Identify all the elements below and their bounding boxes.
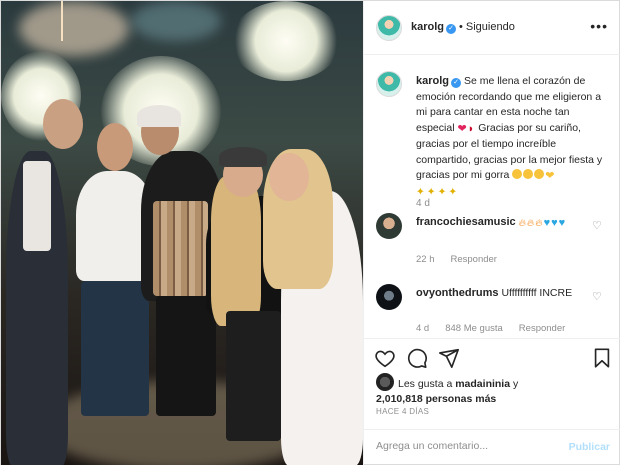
person-2-jeans	[81, 281, 149, 416]
yellow-heart-emoji: ❤	[545, 170, 555, 182]
likes-count[interactable]: 2,010,818 personas más	[376, 393, 496, 405]
bookmark-icon[interactable]	[591, 347, 613, 369]
comment-icon[interactable]	[406, 347, 428, 369]
comment-timestamp[interactable]: 22 h	[416, 254, 435, 265]
flower-arrangement-top-right	[231, 1, 341, 81]
person-2-head	[97, 123, 133, 171]
reply-button[interactable]: Responder	[519, 323, 565, 334]
likes-prefix: Les gusta a	[398, 378, 453, 390]
blue-heart-emoji: ♥	[551, 217, 558, 229]
grinning-face-emoji	[534, 169, 545, 179]
commenter-username[interactable]: francochiesamusic	[416, 216, 516, 228]
blue-heart-emoji: ♥	[558, 217, 566, 229]
publish-comment-button[interactable]: Publicar	[569, 441, 610, 453]
comment-text: ovyonthedrums Uffffffffff INCRE	[416, 286, 586, 301]
post-header: karolg ✓ • Siguiendo •••	[364, 1, 620, 55]
more-options-icon[interactable]: •••	[590, 18, 608, 34]
person-4-pants	[226, 311, 281, 441]
verified-badge-icon: ✓	[451, 78, 462, 88]
fire-emoji: 🔥︎	[526, 218, 535, 229]
comment-like-heart-icon[interactable]: ♡	[592, 221, 602, 232]
person-5-head	[269, 153, 309, 201]
post-photo[interactable]	[1, 1, 363, 465]
red-heart-emoji: ❤	[457, 122, 467, 135]
share-icon[interactable]	[438, 347, 460, 369]
follow-status-button[interactable]: Siguiendo	[466, 21, 515, 33]
heart-icon[interactable]	[374, 347, 396, 369]
person-4-cap	[219, 147, 267, 167]
person-3-pants	[156, 296, 216, 416]
fire-emoji: 🔥︎	[518, 218, 526, 229]
person-1-shirt	[23, 161, 51, 251]
face-emoji	[523, 169, 534, 179]
smiling-face-emoji	[512, 169, 523, 179]
header-names: karolg ✓ • Siguiendo	[411, 21, 515, 34]
caption-author-username[interactable]: karolg	[416, 75, 449, 87]
reply-button[interactable]: Responder	[451, 254, 497, 265]
ceiling-light	[131, 1, 221, 41]
separator-dot: •	[459, 21, 463, 33]
liker-avatar[interactable]	[376, 373, 394, 391]
first-liker-username[interactable]: madaininia	[455, 378, 510, 390]
post-sidebar: karolg ✓ • Siguiendo ••• karolg ✓ Se me llen…	[363, 1, 620, 465]
person-3-cap	[137, 105, 181, 127]
person-1-head	[43, 99, 83, 149]
comment-meta: 4 d 848 Me gusta Responder	[416, 323, 581, 334]
sparkle-emojis: ✦✦✦✦	[416, 185, 460, 198]
author-username[interactable]: karolg	[411, 21, 444, 33]
comment-timestamp[interactable]: 4 d	[416, 323, 429, 334]
boxing-glove-emoji: ◗	[467, 122, 475, 135]
caption-timestamp[interactable]: 4 d	[416, 198, 430, 209]
comment-body: Uffffffffff INCRE	[501, 287, 573, 299]
person-4-hair	[211, 176, 261, 326]
instagram-post: karolg ✓ • Siguiendo ••• karolg ✓ Se me llen…	[0, 0, 620, 465]
blue-heart-emoji: ♥	[543, 217, 551, 229]
person-3-plaid-shirt	[153, 201, 208, 296]
likes-summary: Les gusta a madaininia y 2,010,818 perso…	[376, 373, 616, 407]
likes-conjunction: y	[513, 378, 519, 390]
comment-meta: 22 h Responder	[416, 254, 513, 265]
comment-like-heart-icon[interactable]: ♡	[592, 292, 602, 303]
author-avatar[interactable]	[376, 15, 402, 41]
comment-text: francochiesamusic 🔥︎🔥︎🔥︎♥♥♥	[416, 215, 586, 231]
commenter-avatar[interactable]	[376, 213, 402, 239]
comment-like-count[interactable]: 848 Me gusta	[445, 323, 503, 334]
verified-badge-icon: ✓	[446, 24, 457, 34]
commenter-username[interactable]: ovyonthedrums	[416, 287, 499, 299]
commenter-avatar[interactable]	[376, 284, 402, 310]
post-age[interactable]: HACE 4 DÍAS	[376, 407, 429, 416]
comment-input[interactable]	[376, 440, 556, 452]
caption-author-avatar[interactable]	[376, 71, 402, 97]
chandelier-glow	[19, 1, 129, 56]
action-bar	[364, 339, 620, 375]
fire-emoji: 🔥︎	[535, 218, 543, 229]
add-comment-bar: Publicar	[364, 429, 620, 465]
caption-text: karolg ✓ Se me llena el corazón de emoció…	[416, 74, 604, 200]
